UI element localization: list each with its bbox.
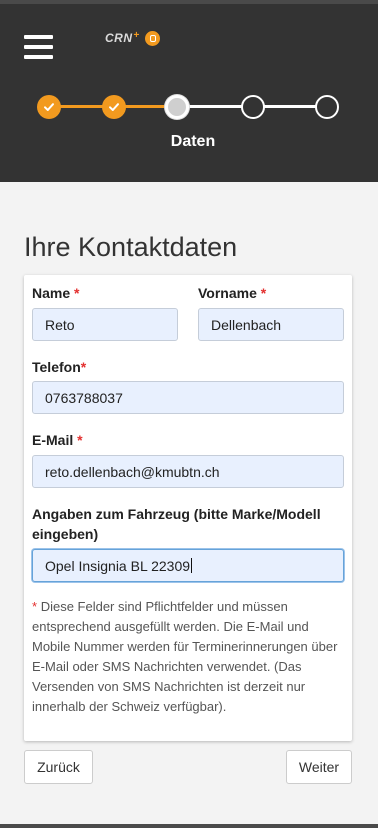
name-label: Name *: [32, 285, 80, 301]
current-step-label: Daten: [170, 133, 216, 150]
fahrzeug-input[interactable]: Opel Insignia BL 22309: [32, 549, 344, 582]
text-caret: [191, 558, 193, 573]
required-marker: *: [260, 285, 267, 301]
page-title: Ihre Kontaktdaten: [24, 232, 238, 262]
brand-logo[interactable]: CRN +: [105, 29, 161, 47]
step-4-todo: [241, 95, 265, 119]
check-icon: [109, 103, 119, 111]
vorname-label: Vorname *: [198, 285, 267, 301]
step-3-current: [165, 95, 189, 119]
required-marker: *: [77, 432, 83, 448]
back-button[interactable]: Zurück: [24, 750, 93, 784]
next-button[interactable]: Weiter: [286, 750, 352, 784]
check-icon: [44, 103, 54, 111]
contact-form: Name * Vorname * Reto Dellenbach Telefon…: [24, 275, 352, 741]
menu-icon[interactable]: [24, 33, 53, 61]
progress-stepper: [37, 95, 339, 119]
required-fields-note: * Diese Felder sind Pflichtfelder und mü…: [32, 599, 338, 714]
required-marker: *: [80, 359, 87, 375]
step-1-done: [37, 95, 61, 119]
cup-icon: [145, 30, 161, 46]
bottom-strip: [0, 824, 378, 828]
step-2-done: [102, 95, 126, 119]
name-input[interactable]: Reto: [32, 308, 178, 341]
fahrzeug-label: Angaben zum Fahrzeug (bitte Marke/Modell…: [32, 506, 321, 542]
logo-text: CRN: [105, 31, 133, 45]
logo-mark: +: [133, 29, 140, 41]
vorname-input[interactable]: Dellenbach: [198, 308, 344, 341]
app-header: CRN + Daten: [0, 0, 378, 182]
required-marker: *: [74, 285, 80, 301]
telefon-label: Telefon*: [32, 359, 87, 375]
email-label: E-Mail *: [32, 432, 83, 448]
required-marker: *: [32, 599, 38, 614]
telefon-input[interactable]: 0763788037: [32, 381, 344, 414]
top-strip: [0, 0, 378, 4]
email-input[interactable]: reto.dellenbach@kmubtn.ch: [32, 455, 344, 488]
step-5-todo: [315, 95, 339, 119]
